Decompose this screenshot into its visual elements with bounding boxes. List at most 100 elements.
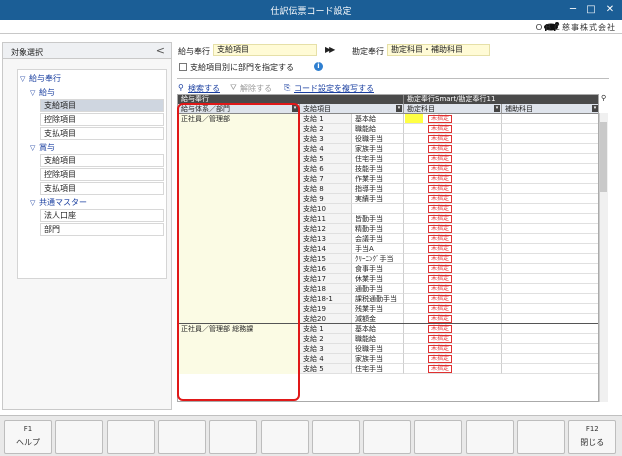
column-header-account[interactable]: 勘定科目 ▾	[404, 104, 502, 114]
account-cell[interactable]: 未指定	[404, 124, 502, 134]
account-cell[interactable]: 未指定	[404, 204, 502, 214]
account-cell[interactable]: 未指定	[404, 234, 502, 244]
account-cell[interactable]: 未指定	[404, 114, 502, 124]
function-key-11[interactable]	[517, 420, 565, 454]
column-header-sub[interactable]: 補助科目 ▾	[502, 104, 598, 114]
account-cell[interactable]: 未指定	[404, 344, 502, 354]
grid-search-icon[interactable]: ⚲	[601, 94, 609, 103]
sub-account-cell[interactable]	[502, 224, 598, 234]
account-cell[interactable]: 未指定	[404, 134, 502, 144]
tree-item-bonus-payment[interactable]: 支給項目	[40, 154, 164, 167]
function-key-1[interactable]: F1 ヘルプ	[4, 420, 52, 454]
close-icon[interactable]: ✕	[603, 3, 617, 16]
window-titlebar: 仕訳伝票コード設定 ─ □ ✕	[0, 0, 622, 20]
dropdown-icon[interactable]: ▾	[592, 105, 598, 112]
account-cell[interactable]: 未指定	[404, 364, 502, 374]
function-key-7[interactable]	[311, 420, 360, 454]
function-key-8[interactable]	[363, 420, 412, 454]
function-key-12[interactable]: F12 閉じる	[568, 420, 617, 454]
sub-account-cell[interactable]	[502, 364, 598, 374]
unset-badge: 未指定	[428, 345, 453, 353]
dropdown-icon[interactable]: ▾	[494, 105, 500, 112]
sub-account-cell[interactable]	[502, 144, 598, 154]
info-icon[interactable]: i	[314, 62, 323, 71]
tree-node-salary[interactable]: ▽ 給与	[30, 86, 164, 99]
tree-item-department[interactable]: 部門	[40, 223, 164, 236]
sub-account-cell[interactable]	[502, 114, 598, 124]
minimize-icon[interactable]: ─	[566, 3, 580, 16]
account-cell[interactable]: 未指定	[404, 184, 502, 194]
account-cell[interactable]: 未指定	[404, 174, 502, 184]
dept-checkbox[interactable]	[179, 63, 187, 71]
function-key-3[interactable]	[106, 420, 155, 454]
function-key-9[interactable]	[414, 420, 463, 454]
tree-node-common-master[interactable]: ▽ 共通マスター	[30, 196, 164, 209]
account-cell[interactable]: 未指定	[404, 304, 502, 314]
sub-account-cell[interactable]	[502, 154, 598, 164]
account-cell[interactable]: 未指定	[404, 354, 502, 364]
sub-account-cell[interactable]	[502, 204, 598, 214]
sub-account-cell[interactable]	[502, 284, 598, 294]
account-cell[interactable]: 未指定	[404, 294, 502, 304]
sub-account-cell[interactable]	[502, 344, 598, 354]
sub-account-cell[interactable]	[502, 184, 598, 194]
dropdown-icon[interactable]: ▾	[396, 105, 402, 112]
expand-icon[interactable]: ▽	[30, 87, 39, 100]
maximize-icon[interactable]: □	[584, 3, 598, 16]
sub-account-cell[interactable]	[502, 254, 598, 264]
function-key-10[interactable]	[465, 420, 514, 454]
tree-item-bonus-disbursement[interactable]: 支払項目	[40, 182, 164, 195]
scrollbar-thumb[interactable]	[600, 122, 607, 192]
sub-account-cell[interactable]	[502, 194, 598, 204]
account-cell[interactable]: 未指定	[404, 254, 502, 264]
sub-account-cell[interactable]	[502, 124, 598, 134]
function-key-2[interactable]	[55, 420, 104, 454]
account-cell[interactable]: 未指定	[404, 244, 502, 254]
active-cell[interactable]	[405, 114, 423, 123]
sub-account-cell[interactable]	[502, 164, 598, 174]
expand-icon[interactable]: ▽	[30, 142, 39, 155]
account-cell[interactable]: 未指定	[404, 334, 502, 344]
search-link[interactable]: 検索する	[188, 83, 220, 94]
account-cell[interactable]: 未指定	[404, 274, 502, 284]
account-cell[interactable]: 未指定	[404, 264, 502, 274]
tree-node-bonus[interactable]: ▽ 賞与	[30, 141, 164, 154]
item-code-cell: 支給 9	[300, 194, 352, 204]
column-header-item[interactable]: 支給項目 ▾	[300, 104, 404, 114]
sub-account-cell[interactable]	[502, 304, 598, 314]
expand-icon[interactable]: ▽	[20, 73, 29, 86]
sub-account-cell[interactable]	[502, 134, 598, 144]
sub-account-cell[interactable]	[502, 244, 598, 254]
sub-account-cell[interactable]	[502, 354, 598, 364]
account-cell[interactable]: 未指定	[404, 324, 502, 334]
sub-account-cell[interactable]	[502, 274, 598, 284]
account-cell[interactable]: 未指定	[404, 144, 502, 154]
tree-node-payroll[interactable]: ▽ 給与奉行	[20, 72, 164, 85]
tree-item-salary-payment[interactable]: 支給項目	[40, 99, 164, 112]
account-cell[interactable]: 未指定	[404, 224, 502, 234]
account-cell[interactable]: 未指定	[404, 214, 502, 224]
account-cell[interactable]: 未指定	[404, 164, 502, 174]
sub-account-cell[interactable]	[502, 324, 598, 334]
account-cell[interactable]: 未指定	[404, 194, 502, 204]
sub-account-cell[interactable]	[502, 294, 598, 304]
expand-icon[interactable]: ▽	[30, 197, 39, 210]
function-key-4[interactable]	[157, 420, 206, 454]
tree-item-salary-disbursement[interactable]: 支払項目	[40, 127, 164, 140]
tree-item-bonus-deduction[interactable]: 控除項目	[40, 168, 164, 181]
sub-account-cell[interactable]	[502, 214, 598, 224]
function-key-6[interactable]	[260, 420, 309, 454]
tree-item-salary-deduction[interactable]: 控除項目	[40, 113, 164, 126]
sub-account-cell[interactable]	[502, 264, 598, 274]
account-cell[interactable]: 未指定	[404, 284, 502, 294]
sub-account-cell[interactable]	[502, 334, 598, 344]
function-key-5[interactable]	[209, 420, 258, 454]
collapse-panel-icon[interactable]: <	[156, 44, 165, 57]
sub-account-cell[interactable]	[502, 234, 598, 244]
clear-link[interactable]: 解除する	[240, 83, 272, 94]
tree-item-corporate-account[interactable]: 法人口座	[40, 209, 164, 222]
copy-settings-link[interactable]: コード設定を複写する	[294, 83, 374, 94]
arrow-icon: ▶▶	[325, 45, 335, 54]
sub-account-cell[interactable]	[502, 174, 598, 184]
account-cell[interactable]: 未指定	[404, 154, 502, 164]
